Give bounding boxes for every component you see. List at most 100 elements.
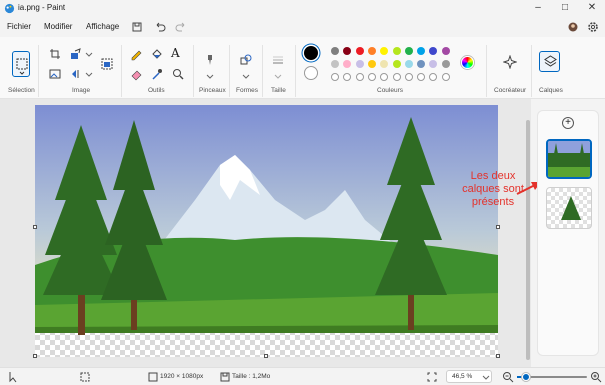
palette-swatch[interactable] <box>429 73 438 81</box>
chevron-down-icon[interactable] <box>82 47 96 61</box>
stroke-size-icon[interactable] <box>271 53 285 67</box>
resize-handle[interactable] <box>264 354 268 358</box>
eraser-icon[interactable] <box>129 67 143 81</box>
settings-gear-icon[interactable] <box>586 20 600 34</box>
zoom-slider-thumb[interactable] <box>522 373 530 381</box>
palette-swatch[interactable] <box>331 60 339 68</box>
window-title: ia.png - Paint <box>18 3 66 12</box>
scrollbar-thumb[interactable] <box>526 120 530 360</box>
text-tool-icon[interactable]: A <box>171 46 185 60</box>
close-button[interactable]: ✕ <box>579 0 605 17</box>
file-size-icon <box>220 372 230 382</box>
palette-swatch[interactable] <box>367 60 376 68</box>
ribbon-separator <box>295 45 296 97</box>
vertical-scrollbar[interactable] <box>526 120 530 360</box>
resize-handle[interactable] <box>496 354 500 358</box>
palette-swatch[interactable] <box>429 47 438 55</box>
palette-swatch[interactable] <box>441 60 450 68</box>
palette-swatch[interactable] <box>404 73 413 81</box>
save-icon[interactable] <box>130 20 144 34</box>
palette-swatch[interactable] <box>417 47 426 55</box>
chevron-down-icon[interactable] <box>82 67 96 81</box>
pencil-icon[interactable] <box>129 47 143 61</box>
group-label-layers: Calques <box>539 87 563 94</box>
chevron-down-icon[interactable] <box>271 69 285 83</box>
palette-swatch[interactable] <box>355 60 364 68</box>
zoom-slider[interactable] <box>517 373 587 381</box>
menu-edit[interactable]: Modifier <box>44 22 72 31</box>
layer-1-preview <box>548 141 590 177</box>
cocreator-sparkle-icon[interactable] <box>503 55 517 69</box>
ribbon-separator <box>262 45 263 97</box>
image-select-icon[interactable] <box>48 67 62 81</box>
palette-swatch[interactable] <box>417 60 426 68</box>
zoom-in-icon[interactable] <box>589 370 603 384</box>
ribbon-separator <box>229 45 230 97</box>
palette-swatch[interactable] <box>417 73 426 81</box>
palette-swatch[interactable] <box>380 60 389 68</box>
palette-swatch[interactable] <box>355 73 364 81</box>
palette-swatch[interactable] <box>343 73 352 81</box>
color-picker-icon[interactable] <box>150 67 164 81</box>
menu-view[interactable]: Affichage <box>86 22 119 31</box>
palette-swatch[interactable] <box>343 60 352 68</box>
palette-swatch[interactable] <box>404 60 413 68</box>
selection-size-icon <box>80 372 90 382</box>
layer-thumbnail-1[interactable] <box>546 139 592 179</box>
account-avatar[interactable] <box>566 20 580 34</box>
layers-toggle-button[interactable] <box>539 51 560 72</box>
selection-tool-button[interactable] <box>12 51 30 77</box>
fill-bucket-icon[interactable] <box>150 47 164 61</box>
layers-panel: + <box>537 110 599 356</box>
resize-icon[interactable] <box>69 47 83 61</box>
palette-swatch[interactable] <box>441 47 450 55</box>
palette-swatch[interactable] <box>343 47 352 55</box>
maximize-button[interactable]: □ <box>552 0 578 17</box>
palette-swatch[interactable] <box>331 47 339 55</box>
zoom-out-icon[interactable] <box>501 370 515 384</box>
zoom-dropdown[interactable]: 46,5 % <box>446 370 492 383</box>
resize-handle[interactable] <box>496 225 500 229</box>
crop-icon[interactable] <box>48 47 62 61</box>
chevron-down-icon <box>482 375 490 380</box>
palette-swatch[interactable] <box>331 73 339 81</box>
chevron-down-icon[interactable] <box>239 69 253 83</box>
chevron-down-icon[interactable] <box>203 69 217 83</box>
brush-icon[interactable] <box>203 53 217 67</box>
group-label-shapes: Formes <box>236 87 259 94</box>
palette-swatch[interactable] <box>392 47 401 55</box>
ribbon-separator <box>486 45 487 97</box>
magnifier-icon[interactable] <box>171 67 185 81</box>
cursor-position-icon <box>9 372 17 383</box>
minimize-button[interactable]: – <box>525 0 551 17</box>
menu-file[interactable]: Fichier <box>7 22 31 31</box>
shapes-icon[interactable] <box>239 53 253 67</box>
resize-handle[interactable] <box>33 225 37 229</box>
ribbon-toolbar: Sélection Image A Outils Pinceaux Formes… <box>0 37 605 99</box>
ribbon-separator <box>38 45 39 97</box>
palette-swatch[interactable] <box>392 60 401 68</box>
palette-swatch[interactable] <box>404 47 413 55</box>
flip-icon[interactable] <box>69 67 83 81</box>
ribbon-separator <box>531 45 532 97</box>
fit-to-window-icon[interactable] <box>425 370 439 384</box>
canvas-image[interactable] <box>35 105 498 357</box>
redo-icon[interactable] <box>174 20 188 34</box>
palette-swatch[interactable] <box>429 60 438 68</box>
group-label-brushes: Pinceaux <box>199 87 226 94</box>
image-properties-icon[interactable] <box>100 57 114 71</box>
undo-icon[interactable] <box>153 20 167 34</box>
edit-colors-button[interactable] <box>461 56 474 69</box>
layer-thumbnail-2[interactable] <box>546 187 592 229</box>
palette-swatch[interactable] <box>367 47 376 55</box>
secondary-color[interactable] <box>304 66 318 80</box>
palette-swatch[interactable] <box>355 47 364 55</box>
resize-handle[interactable] <box>33 354 37 358</box>
palette-swatch[interactable] <box>380 47 389 55</box>
palette-swatch[interactable] <box>392 73 401 81</box>
palette-swatch[interactable] <box>441 73 450 81</box>
primary-color[interactable] <box>304 46 318 60</box>
palette-swatch[interactable] <box>380 73 389 81</box>
add-layer-button[interactable]: + <box>562 117 574 129</box>
palette-swatch[interactable] <box>367 73 376 81</box>
